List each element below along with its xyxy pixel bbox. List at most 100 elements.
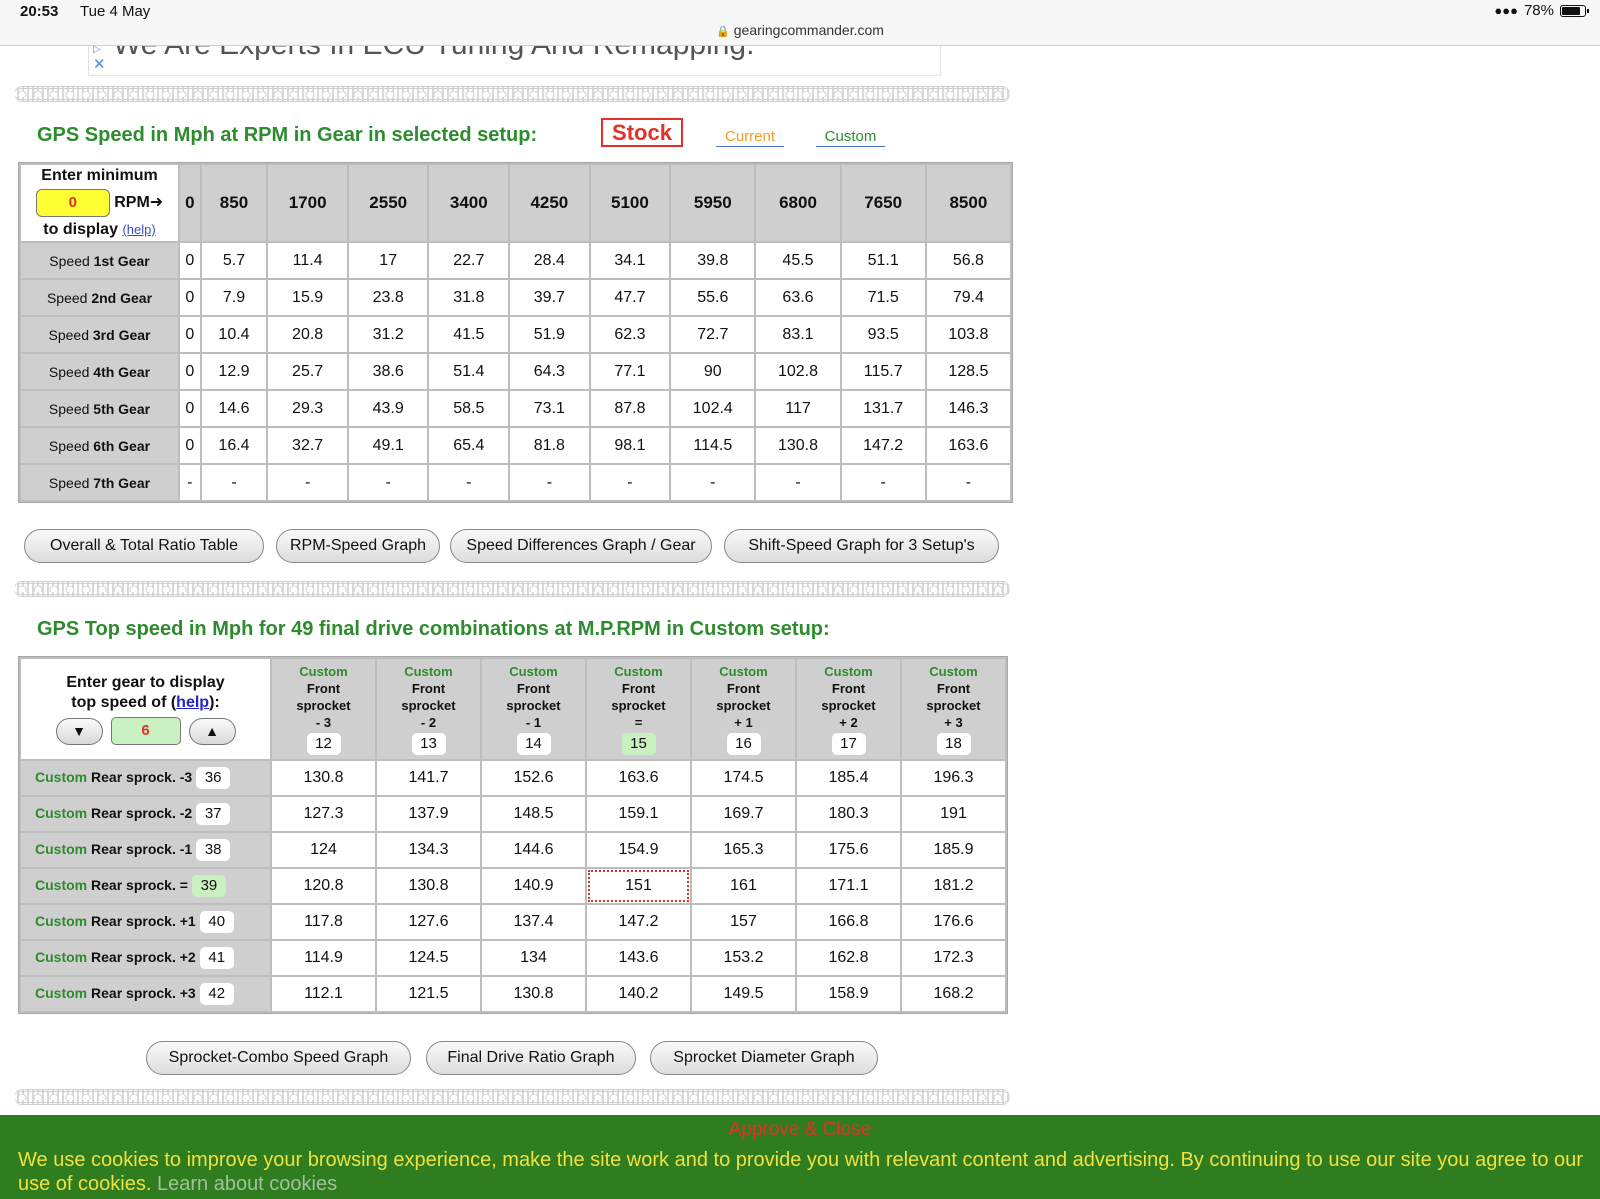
lock-icon: 🔒 bbox=[716, 26, 730, 38]
speed-cell: - bbox=[671, 465, 755, 500]
row-custom-label: Custom bbox=[35, 913, 88, 929]
ad-banner[interactable]: ▷ We Are Experts In ECU Tuning And Remap… bbox=[88, 46, 941, 76]
speed-cell: 14.6 bbox=[201, 391, 267, 426]
ad-info-icon[interactable]: ▷ bbox=[93, 46, 101, 55]
speed-cell: 117.8 bbox=[272, 905, 375, 939]
rpm-column-header: 0 bbox=[180, 165, 200, 241]
speed-cell: 134 bbox=[482, 941, 585, 975]
rear-teeth-value[interactable]: 36 bbox=[196, 767, 231, 789]
row-delta: +1 bbox=[179, 913, 196, 929]
front-teeth-value[interactable]: 16 bbox=[726, 733, 761, 755]
arrow-right-icon: ➜ bbox=[149, 194, 164, 212]
front-sprocket-column-header: Custom Front sprocket + 2 17 bbox=[797, 659, 900, 759]
section-heading-top-speed: GPS Top speed in Mph for 49 final drive … bbox=[37, 618, 830, 640]
speed-cell: 185.4 bbox=[797, 761, 900, 795]
speed-cell: 163.6 bbox=[587, 761, 690, 795]
rear-teeth-value[interactable]: 42 bbox=[199, 983, 234, 1005]
rpm-label: RPM bbox=[114, 194, 150, 212]
speed-cell: 20.8 bbox=[268, 317, 347, 352]
rpm-column-header: 7650 bbox=[841, 165, 925, 241]
speed-cell: 98.1 bbox=[590, 428, 670, 463]
column-front-label: Front bbox=[411, 681, 446, 696]
row-custom-label: Custom bbox=[35, 877, 88, 893]
gear-name: 3rd Gear bbox=[92, 326, 151, 343]
rear-teeth-value[interactable]: 40 bbox=[199, 911, 234, 933]
speed-cell: 73.1 bbox=[510, 391, 589, 426]
gear-name: 1st Gear bbox=[93, 252, 150, 269]
speed-cell: 81.8 bbox=[510, 428, 589, 463]
address-bar[interactable]: 🔒 gearingcommander.com bbox=[0, 22, 1600, 38]
speed-cell: 117 bbox=[756, 391, 840, 426]
row-prefix: Speed bbox=[48, 437, 90, 454]
ad-text[interactable]: We Are Experts In ECU Tuning And Remappi… bbox=[113, 46, 754, 62]
column-sprocket-label: sprocket bbox=[926, 698, 981, 713]
column-delta: - 1 bbox=[525, 715, 542, 730]
speed-cell: 23.8 bbox=[348, 280, 428, 315]
row-delta: +2 bbox=[179, 949, 196, 965]
front-teeth-value[interactable]: 12 bbox=[306, 733, 341, 755]
sprocket-combo-speed-graph-button[interactable]: Sprocket-Combo Speed Graph bbox=[146, 1041, 411, 1075]
tab-custom[interactable]: Custom bbox=[816, 128, 885, 147]
row-custom-label: Custom bbox=[35, 805, 88, 821]
speed-cell: 128.5 bbox=[926, 354, 1010, 389]
speed-cell: 124 bbox=[272, 833, 375, 867]
min-rpm-input[interactable]: 0 bbox=[35, 189, 110, 217]
front-teeth-value[interactable]: 14 bbox=[516, 733, 551, 755]
table-row: Speed 6th Gear 0 16.4 32.7 49.1 65.4 81.8 98.1 1… bbox=[21, 428, 1010, 463]
battery-percent: 78% bbox=[1523, 2, 1554, 19]
speed-cell: 130.8 bbox=[482, 977, 585, 1011]
approve-close-button[interactable]: Approve & Close bbox=[0, 1119, 1600, 1141]
tab-current[interactable]: Current bbox=[716, 128, 784, 147]
speed-cell: 127.6 bbox=[377, 905, 480, 939]
front-teeth-value[interactable]: 18 bbox=[936, 733, 971, 755]
help-link[interactable]: (help) bbox=[122, 222, 155, 237]
gear-up-button[interactable]: ▲ bbox=[188, 717, 236, 745]
row-custom-label: Custom bbox=[35, 769, 88, 785]
chain-divider bbox=[14, 581, 1010, 597]
column-front-label: Front bbox=[621, 681, 656, 696]
speed-cell: 134.3 bbox=[377, 833, 480, 867]
row-prefix: Speed bbox=[48, 326, 89, 343]
table-row: Speed 7th Gear - - - - - - - - - - - bbox=[21, 465, 1010, 500]
front-teeth-value[interactable]: 13 bbox=[411, 733, 446, 755]
speed-cell: 141.7 bbox=[377, 761, 480, 795]
shift-speed-graph-button[interactable]: Shift-Speed Graph for 3 Setup's bbox=[724, 529, 999, 563]
rpm-speed-graph-button[interactable]: RPM-Speed Graph bbox=[276, 529, 440, 563]
gear-row-header: Speed 5th Gear bbox=[21, 391, 178, 426]
sprocket-diameter-graph-button[interactable]: Sprocket Diameter Graph bbox=[650, 1041, 878, 1075]
speed-cell: 11.4 bbox=[268, 243, 347, 278]
column-custom-label: Custom bbox=[299, 664, 348, 679]
rear-teeth-value[interactable]: 41 bbox=[199, 947, 234, 969]
speed-cell: 121.5 bbox=[377, 977, 480, 1011]
rpm-column-header: 850 bbox=[201, 165, 267, 241]
rear-teeth-value[interactable]: 37 bbox=[196, 803, 231, 825]
help-link[interactable]: help bbox=[176, 694, 209, 711]
gear-input[interactable]: 6 bbox=[110, 717, 181, 745]
rear-teeth-value[interactable]: 39 bbox=[191, 875, 226, 897]
speed-cell: 176.6 bbox=[902, 905, 1005, 939]
final-drive-ratio-graph-button[interactable]: Final Drive Ratio Graph bbox=[426, 1041, 636, 1075]
speed-cell: 32.7 bbox=[268, 428, 347, 463]
row-prefix: Speed bbox=[49, 252, 90, 269]
tab-stock[interactable]: Stock bbox=[601, 118, 683, 147]
speed-cell: 102.4 bbox=[671, 391, 755, 426]
column-front-label: Front bbox=[726, 681, 761, 696]
front-teeth-value[interactable]: 15 bbox=[621, 733, 656, 755]
ad-close-icon[interactable]: ✕ bbox=[93, 55, 106, 73]
speed-cell: 45.5 bbox=[756, 243, 840, 278]
gear-down-button[interactable]: ▼ bbox=[55, 717, 103, 745]
rear-sprocket-row-header: Custom Rear sprock. +2 41 bbox=[21, 941, 270, 975]
speed-cell: 0 bbox=[180, 280, 200, 315]
speed-cell: 174.5 bbox=[692, 761, 795, 795]
speed-differences-graph-button[interactable]: Speed Differences Graph / Gear bbox=[450, 529, 712, 563]
front-teeth-value[interactable]: 17 bbox=[831, 733, 866, 755]
overall-ratio-table-button[interactable]: Overall & Total Ratio Table bbox=[24, 529, 264, 563]
column-delta: + 2 bbox=[839, 715, 858, 730]
speed-cell: 137.4 bbox=[482, 905, 585, 939]
speed-cell: 47.7 bbox=[590, 280, 670, 315]
rear-teeth-value[interactable]: 38 bbox=[196, 839, 231, 861]
learn-cookies-link[interactable]: Learn about cookies bbox=[157, 1173, 337, 1195]
speed-cell: 51.4 bbox=[429, 354, 509, 389]
speed-cell: 196.3 bbox=[902, 761, 1005, 795]
speed-cell: 147.2 bbox=[841, 428, 925, 463]
